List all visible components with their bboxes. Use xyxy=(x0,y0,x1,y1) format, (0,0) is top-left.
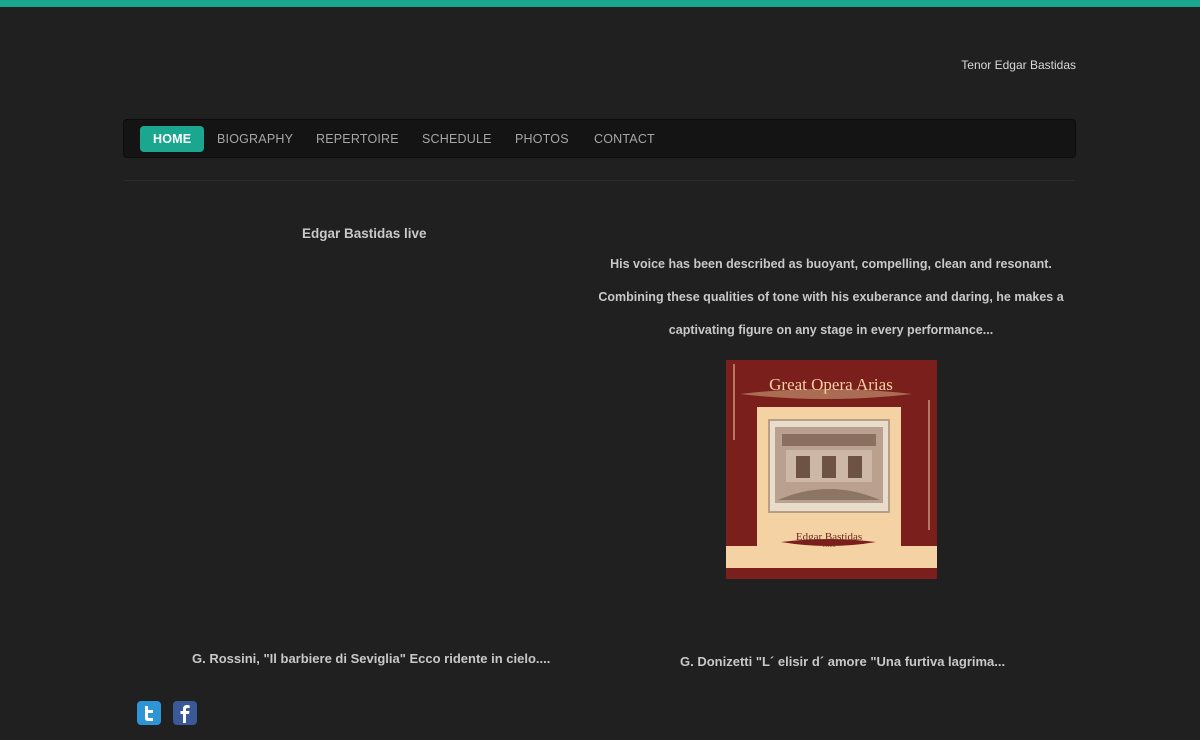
site-title: Tenor Edgar Bastidas xyxy=(961,58,1076,72)
quote-line-3: captivating figure on any stage in every… xyxy=(668,323,994,337)
nav-contact[interactable]: CONTACT xyxy=(594,126,655,152)
album-cover-art: Great Opera Arias Edgar Bastidas Tenor xyxy=(726,360,937,579)
album-title: Great Opera Arias xyxy=(769,375,893,394)
header-divider xyxy=(124,180,1075,181)
right-caption[interactable]: G. Donizetti "L´ elisir d´ amore "Una fu… xyxy=(680,654,1005,669)
top-accent-bar xyxy=(0,0,1200,7)
nav-schedule[interactable]: SCHEDULE xyxy=(422,126,492,152)
left-caption[interactable]: G. Rossini, "Il barbiere di Seviglia" Ec… xyxy=(192,651,550,666)
main-nav: HOME BIOGRAPHY REPERTOIRE SCHEDULE PHOTO… xyxy=(123,119,1076,158)
album-cover[interactable]: Great Opera Arias Edgar Bastidas Tenor xyxy=(726,360,937,579)
album-artist: Edgar Bastidas xyxy=(796,531,862,543)
nav-repertoire[interactable]: REPERTOIRE xyxy=(316,126,399,152)
nav-biography[interactable]: BIOGRAPHY xyxy=(217,126,293,152)
video-heading: Edgar Bastidas live xyxy=(302,226,427,241)
twitter-icon[interactable] xyxy=(137,701,161,725)
quote-line-2: Combining these qualities of tone with h… xyxy=(598,290,1064,304)
facebook-icon[interactable] xyxy=(173,701,197,725)
album-voice: Tenor xyxy=(822,543,836,549)
nav-home[interactable]: HOME xyxy=(140,126,205,152)
quote-line-1: His voice has been described as buoyant,… xyxy=(610,257,1052,271)
nav-photos[interactable]: PHOTOS xyxy=(515,126,569,152)
